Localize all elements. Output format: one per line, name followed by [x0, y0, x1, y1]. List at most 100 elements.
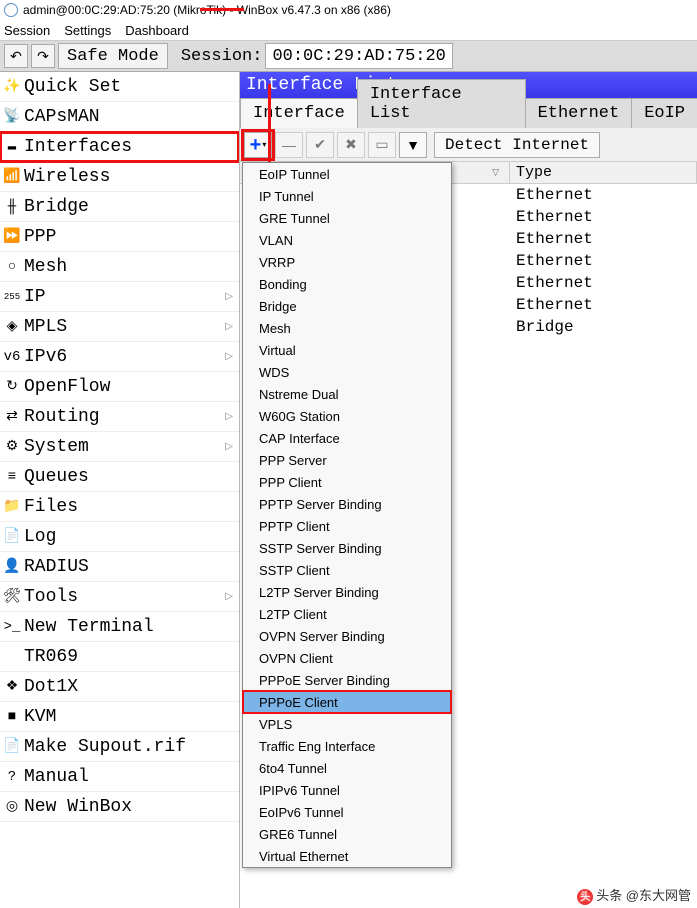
sidebar-icon: ✨ — [3, 78, 21, 96]
sidebar-item-interfaces[interactable]: ▬Interfaces — [0, 132, 239, 162]
dd-item-gre-tunnel[interactable]: GRE Tunnel — [243, 207, 451, 229]
col-type[interactable]: Type — [510, 162, 697, 183]
sidebar-icon: ⇄ — [3, 408, 21, 426]
sidebar-item-label: PPP — [24, 227, 56, 247]
sidebar-item-quick-set[interactable]: ✨Quick Set — [0, 72, 239, 102]
sidebar-item-openflow[interactable]: ↻OpenFlow — [0, 372, 239, 402]
dd-item-vrrp[interactable]: VRRP — [243, 251, 451, 273]
sidebar-item-ppp[interactable]: ⏩PPP — [0, 222, 239, 252]
dd-item-vlan[interactable]: VLAN — [243, 229, 451, 251]
menu-settings[interactable]: Settings — [64, 23, 111, 38]
tab-ethernet[interactable]: Ethernet — [525, 98, 633, 128]
sidebar-icon: ◈ — [3, 318, 21, 336]
dd-item-bonding[interactable]: Bonding — [243, 273, 451, 295]
dd-item-gre6-tunnel[interactable]: GRE6 Tunnel — [243, 823, 451, 845]
comment-icon: ▭ — [375, 136, 388, 153]
dd-item-cap-interface[interactable]: CAP Interface — [243, 427, 451, 449]
sidebar-icon: 📡 — [3, 108, 21, 126]
sidebar-item-kvm[interactable]: ■KVM — [0, 702, 239, 732]
sidebar-item-tools[interactable]: 🛠Tools▷ — [0, 582, 239, 612]
dd-item-w60g-station[interactable]: W60G Station — [243, 405, 451, 427]
sidebar-item-label: Dot1X — [24, 677, 78, 697]
dd-item-l2tp-client[interactable]: L2TP Client — [243, 603, 451, 625]
sidebar-item-label: Interfaces — [24, 137, 132, 157]
dd-item-eoipv6-tunnel[interactable]: EoIPv6 Tunnel — [243, 801, 451, 823]
sidebar-item-mpls[interactable]: ◈MPLS▷ — [0, 312, 239, 342]
sidebar-item-label: Queues — [24, 467, 89, 487]
safe-mode-button[interactable]: Safe Mode — [58, 43, 168, 69]
dd-item-ovpn-server-binding[interactable]: OVPN Server Binding — [243, 625, 451, 647]
dd-item-ovpn-client[interactable]: OVPN Client — [243, 647, 451, 669]
comment-button[interactable]: ▭ — [368, 132, 396, 158]
dd-item-traffic-eng-interface[interactable]: Traffic Eng Interface — [243, 735, 451, 757]
sidebar-item-label: IPv6 — [24, 347, 67, 367]
sidebar-item-queues[interactable]: ≡Queues — [0, 462, 239, 492]
dd-item-sstp-server-binding[interactable]: SSTP Server Binding — [243, 537, 451, 559]
tab-interface-list[interactable]: Interface List — [357, 79, 526, 128]
dd-item-ipipv6-tunnel[interactable]: IPIPv6 Tunnel — [243, 779, 451, 801]
sidebar-icon: ? — [3, 768, 21, 786]
sidebar-item-ip[interactable]: 255IP▷ — [0, 282, 239, 312]
dd-item-sstp-client[interactable]: SSTP Client — [243, 559, 451, 581]
sidebar-item-manual[interactable]: ?Manual — [0, 762, 239, 792]
session-label: Session: — [181, 47, 263, 66]
menu-dashboard[interactable]: Dashboard — [125, 23, 189, 38]
sidebar-icon: 📁 — [3, 498, 21, 516]
sidebar-item-wireless[interactable]: 📶Wireless — [0, 162, 239, 192]
dd-item-vpls[interactable]: VPLS — [243, 713, 451, 735]
sidebar-item-ipv6[interactable]: v6IPv6 ▷ — [0, 342, 239, 372]
sidebar-item-bridge[interactable]: ╫Bridge — [0, 192, 239, 222]
redo-button[interactable]: ↷ — [31, 44, 55, 68]
detect-internet-button[interactable]: Detect Internet — [434, 132, 600, 158]
sidebar-item-system[interactable]: ⚙System▷ — [0, 432, 239, 462]
sidebar-item-capsman[interactable]: 📡CAPsMAN — [0, 102, 239, 132]
dd-item-pptp-server-binding[interactable]: PPTP Server Binding — [243, 493, 451, 515]
sidebar-item-dot1x[interactable]: ❖Dot1X — [0, 672, 239, 702]
sidebar-icon: 255 — [3, 288, 21, 306]
sidebar-item-new-terminal[interactable]: >_New Terminal — [0, 612, 239, 642]
dd-item-wds[interactable]: WDS — [243, 361, 451, 383]
sidebar-item-mesh[interactable]: ○Mesh — [0, 252, 239, 282]
filter-button[interactable]: ▼ — [399, 132, 427, 158]
enable-button[interactable]: ✔ — [306, 132, 334, 158]
menubar: Session Settings Dashboard — [0, 20, 697, 40]
x-icon: ✖ — [345, 136, 357, 153]
dd-item-nstreme-dual[interactable]: Nstreme Dual — [243, 383, 451, 405]
sidebar-item-files[interactable]: 📁Files — [0, 492, 239, 522]
sidebar-icon: 👤 — [3, 558, 21, 576]
dd-item-bridge[interactable]: Bridge — [243, 295, 451, 317]
dd-item-pptp-client[interactable]: PPTP Client — [243, 515, 451, 537]
tab-eoip[interactable]: EoIP — [631, 98, 697, 128]
submenu-arrow-icon: ▷ — [225, 351, 233, 363]
dd-item-6to4-tunnel[interactable]: 6to4 Tunnel — [243, 757, 451, 779]
dd-item-l2tp-server-binding[interactable]: L2TP Server Binding — [243, 581, 451, 603]
sidebar-item-label: Wireless — [24, 167, 110, 187]
remove-button[interactable]: — — [275, 132, 303, 158]
minus-icon: — — [282, 137, 296, 153]
sidebar-item-tr069[interactable]: TR069 — [0, 642, 239, 672]
dd-item-eoip-tunnel[interactable]: EoIP Tunnel — [243, 163, 451, 185]
dd-item-pppoe-server-binding[interactable]: PPPoE Server Binding — [243, 669, 451, 691]
interface-list-window: Interface List InterfaceInterface ListEt… — [240, 72, 697, 908]
dd-item-virtual[interactable]: Virtual — [243, 339, 451, 361]
sidebar-icon: v6 — [3, 348, 21, 366]
menu-session[interactable]: Session — [4, 23, 50, 38]
dd-item-ppp-server[interactable]: PPP Server — [243, 449, 451, 471]
undo-button[interactable]: ↶ — [4, 44, 28, 68]
sidebar-item-label: Log — [24, 527, 56, 547]
tab-interface[interactable]: Interface — [240, 98, 358, 128]
sidebar-item-routing[interactable]: ⇄Routing▷ — [0, 402, 239, 432]
sidebar-item-log[interactable]: 📄Log — [0, 522, 239, 552]
sidebar-icon: ❖ — [3, 678, 21, 696]
dd-item-pppoe-client[interactable]: PPPoE Client — [243, 691, 451, 713]
sidebar-item-make-supout-rif[interactable]: 📄Make Supout.rif — [0, 732, 239, 762]
dd-item-virtual-ethernet[interactable]: Virtual Ethernet — [243, 845, 451, 867]
disable-button[interactable]: ✖ — [337, 132, 365, 158]
dd-item-ppp-client[interactable]: PPP Client — [243, 471, 451, 493]
sidebar-item-label: Make Supout.rif — [24, 737, 186, 757]
dd-item-mesh[interactable]: Mesh — [243, 317, 451, 339]
check-icon: ✔ — [314, 136, 326, 153]
dd-item-ip-tunnel[interactable]: IP Tunnel — [243, 185, 451, 207]
sidebar-item-new-winbox[interactable]: ◎New WinBox — [0, 792, 239, 822]
sidebar-item-radius[interactable]: 👤RADIUS — [0, 552, 239, 582]
